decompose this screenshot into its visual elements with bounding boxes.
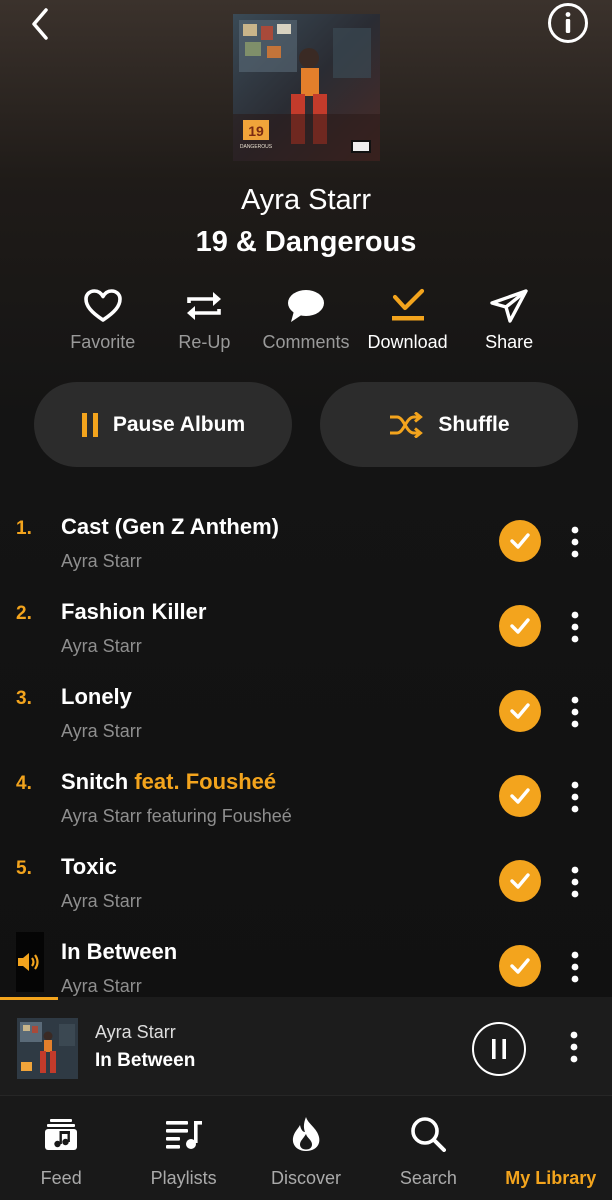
track-title: Toxic [61,854,117,879]
track-number: 4. [16,773,32,794]
flame-icon [292,1117,320,1151]
more-options-icon[interactable] [566,611,584,643]
track-artist: Ayra Starr [61,636,142,656]
tab-playlists-label: Playlists [150,1168,217,1188]
tab-playlists[interactable]: Playlists [122,1096,244,1200]
download-label: Download [367,332,448,352]
playlist-icon [165,1121,202,1149]
downloaded-check-icon [499,775,541,817]
downloaded-check-icon [499,945,541,987]
comment-icon [287,290,324,322]
mini-player-title: In Between [95,1050,196,1071]
more-options-icon[interactable] [566,951,584,983]
chevron-left-icon [32,8,48,40]
info-icon [548,3,588,43]
playback-progress-bar[interactable] [0,997,58,1000]
cover-badge-text: 19 [248,123,264,139]
pause-icon [492,1039,506,1059]
info-button[interactable] [547,2,589,44]
tab-search[interactable]: Search [367,1096,489,1200]
comments-label: Comments [262,332,350,352]
heart-icon [83,289,122,322]
more-options-icon[interactable] [566,526,584,558]
mini-player-artist: Ayra Starr [95,1022,176,1042]
downloaded-check-icon [499,690,541,732]
shuffle-button[interactable]: Shuffle [320,382,578,467]
pause-album-button[interactable]: Pause Album [34,382,292,467]
tab-discover[interactable]: Discover [245,1096,367,1200]
tab-feed-label: Feed [40,1168,82,1188]
track-number: 1. [16,518,32,539]
track-row[interactable]: 5. Toxic Ayra Starr [0,838,612,923]
favorite-label: Favorite [70,332,136,352]
track-row[interactable]: 2. Fashion Killer Ayra Starr [0,583,612,668]
track-artist: Ayra Starr [61,891,142,911]
send-icon [490,289,528,323]
track-row[interactable]: 4. Snitch feat. Fousheé Ayra Starr featu… [0,753,612,838]
pause-icon [81,412,98,437]
more-options-icon[interactable] [566,866,584,898]
speaker-icon [18,953,39,971]
search-icon [411,1117,447,1152]
repost-icon [187,292,222,320]
downloaded-check-icon [499,605,541,647]
track-title: In Between [61,939,178,964]
track-artist: Ayra Starr [61,551,142,571]
track-artist: Ayra Starr [61,721,142,741]
track-number: 2. [16,603,32,624]
downloaded-check-icon [499,520,541,562]
tab-search-label: Search [399,1168,457,1188]
album-title: 19 & Dangerous [195,226,417,258]
tab-discover-label: Discover [270,1168,341,1188]
tab-my-library-label: My Library [505,1168,597,1188]
mini-player[interactable]: Ayra Starr In Between [0,997,612,1095]
track-row[interactable]: 3. Lonely Ayra Starr [0,668,612,753]
reup-action[interactable]: Re-Up [154,288,256,356]
track-number: 5. [16,858,32,879]
pause-album-label: Pause Album [112,412,246,436]
track-artist: Ayra Starr [61,976,142,996]
reup-label: Re-Up [178,332,231,352]
track-number: 3. [16,688,32,709]
more-options-icon[interactable] [566,696,584,728]
downloaded-check-icon [499,860,541,902]
album-cover: 19 DANGEROUS [233,14,380,161]
album-actions: Favorite Re-Up Comments Download Share [52,288,560,356]
more-options-icon[interactable] [565,1031,583,1063]
track-artist: Ayra Starr featuring Fousheé [61,806,292,826]
tab-my-library[interactable]: My Library [490,1096,612,1200]
shuffle-label: Shuffle [438,412,510,436]
favorite-action[interactable]: Favorite [52,288,154,356]
cover-badge-subtext: DANGEROUS [240,144,273,150]
mini-player-cover [17,1018,78,1079]
download-check-icon [391,288,424,321]
download-action[interactable]: Download [357,288,459,356]
track-title: Cast (Gen Z Anthem) [61,514,279,539]
feed-icon [45,1119,78,1150]
share-action[interactable]: Share [458,288,560,356]
album-artist[interactable]: Ayra Starr [0,184,612,217]
track-row-now-playing[interactable]: In Between Ayra Starr [0,923,612,1008]
more-options-icon[interactable] [566,781,584,813]
bottom-tab-bar: Feed Playlists Discover Search My Librar… [0,1095,612,1200]
now-playing-indicator [16,932,44,992]
tab-feed[interactable]: Feed [0,1096,122,1200]
shuffle-icon [390,411,424,438]
track-title: Snitch feat. Fousheé [61,769,277,794]
track-title: Fashion Killer [61,599,207,624]
track-title: Lonely [61,684,132,709]
back-button[interactable] [22,6,58,42]
track-row[interactable]: 1. Cast (Gen Z Anthem) Ayra Starr [0,498,612,583]
comments-action[interactable]: Comments [255,288,357,356]
share-label: Share [485,332,534,352]
mini-pause-button[interactable] [472,1022,526,1076]
